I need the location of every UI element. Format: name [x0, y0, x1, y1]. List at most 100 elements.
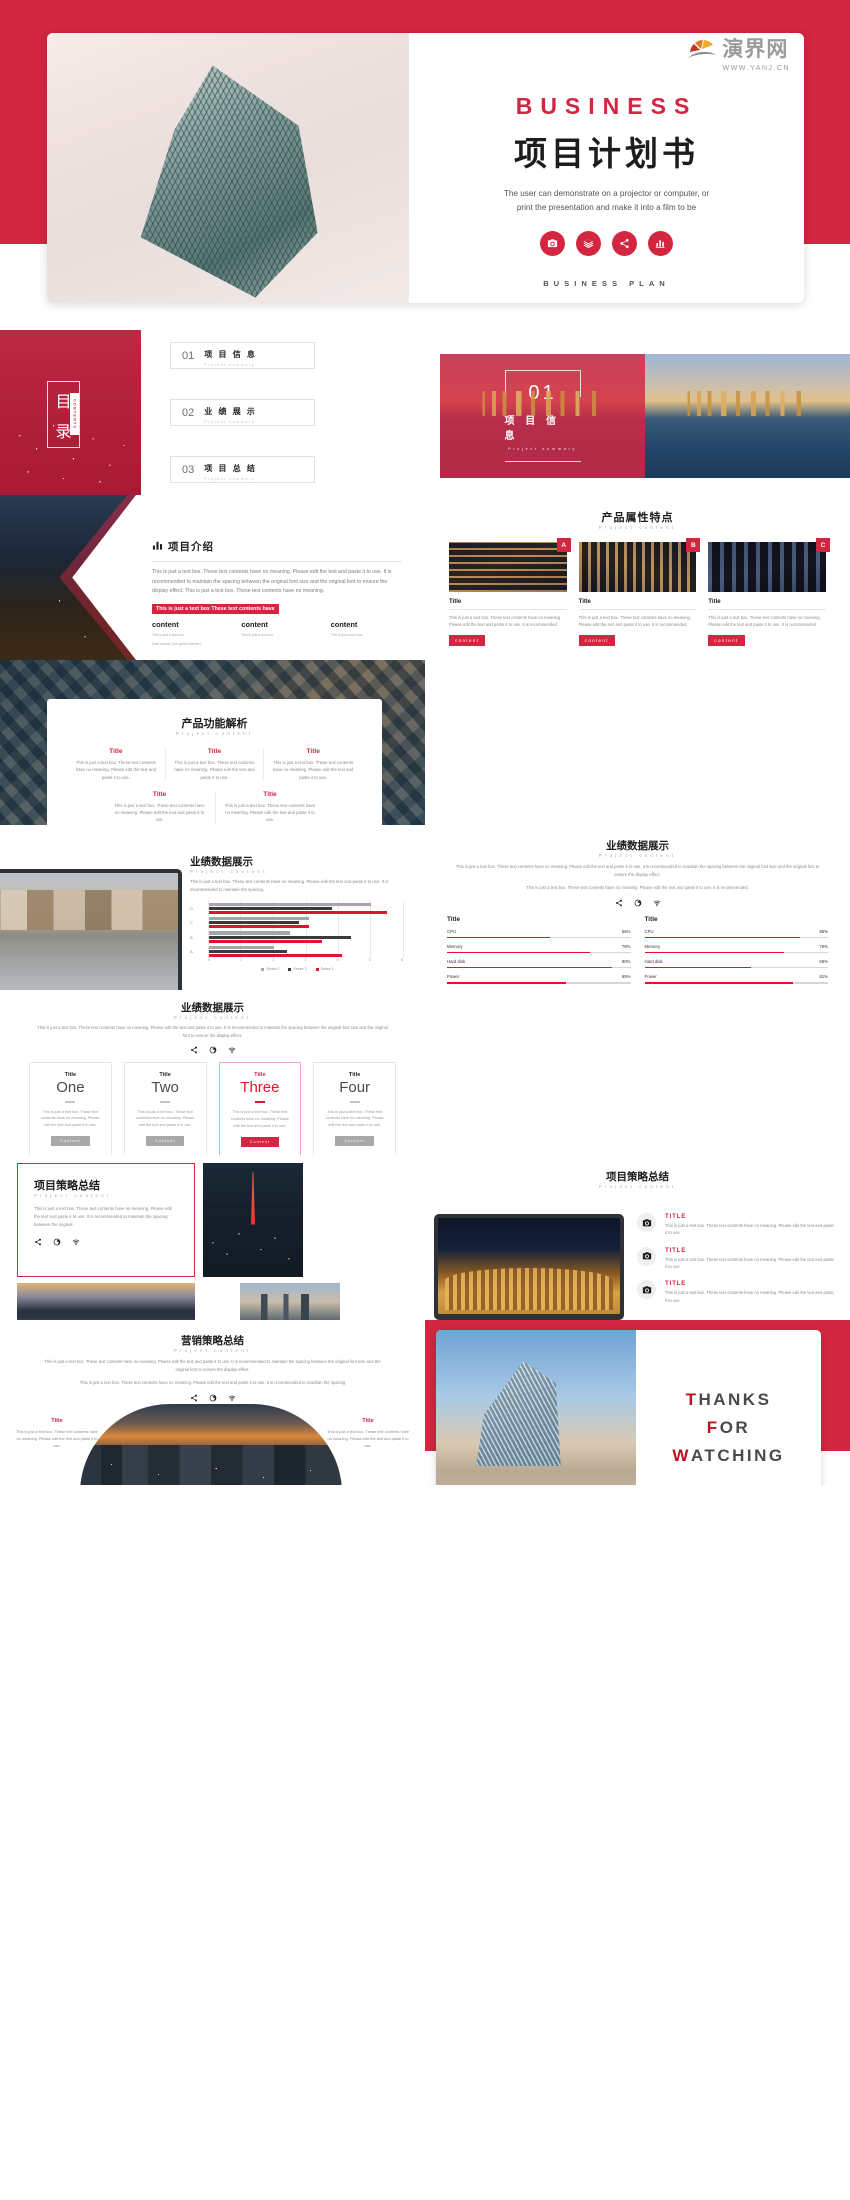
- progress-value: 56%: [621, 928, 631, 934]
- toc-cn-2: 业 绩 展 示: [204, 407, 257, 416]
- progress-label: Power: [447, 973, 460, 979]
- function-body: This is just a text box. These text cont…: [273, 760, 354, 780]
- toc-item-2[interactable]: 02 业 绩 展 示 Project summary: [170, 399, 315, 426]
- intro-col-desc-2: This is just a text box: [241, 632, 273, 637]
- chart-bar-series2: [209, 935, 352, 939]
- wifi-icon[interactable]: [653, 899, 661, 907]
- chart-bar-series2: [209, 921, 300, 925]
- intro-title: 项目介绍: [168, 541, 214, 553]
- number-card[interactable]: Title One This is just a text box. These…: [29, 1062, 112, 1155]
- number-card-button[interactable]: Content: [145, 1136, 185, 1146]
- number-card-button[interactable]: Content: [335, 1136, 374, 1146]
- intro-columns: content This is just a text box content …: [152, 620, 402, 637]
- strategy-detail-subtitle: Project content: [598, 1184, 677, 1189]
- chart-bar-stack: [209, 917, 403, 929]
- strategy-photo-tokyo: [203, 1163, 303, 1277]
- marketing-subtitle: Project content: [173, 1348, 252, 1353]
- share-icon[interactable]: [190, 1394, 198, 1402]
- number-card[interactable]: Title Four This is just a text box. Thes…: [313, 1062, 396, 1155]
- functions-title: 产品功能解析: [181, 718, 248, 730]
- number-card[interactable]: Title Two This is just a text box. These…: [123, 1062, 207, 1155]
- feature-divider: [578, 609, 697, 610]
- laptop-mockup: [434, 1214, 624, 1320]
- number-card-dash: [65, 1101, 76, 1103]
- function-title: Title: [207, 748, 222, 755]
- chart-bar-series1: [209, 925, 310, 929]
- chart-bar-stack: [209, 902, 403, 915]
- share-icon[interactable]: [615, 899, 623, 907]
- progress-fill: [447, 951, 591, 954]
- laptop-screen: [434, 1214, 624, 1320]
- presentation-preview: 演界网 WWW.YANJ.CN BUSINESS 项目计划书 The user …: [0, 0, 850, 1485]
- cover-photo-tower: [47, 33, 409, 303]
- number-card-body: This is just a text box. These text cont…: [325, 1109, 384, 1128]
- toc-item-3[interactable]: 03 项 目 总 结 Project summary: [170, 456, 315, 483]
- globe-icon[interactable]: [53, 1238, 61, 1246]
- globe-icon[interactable]: [634, 899, 642, 907]
- slide-strategy-detail: 项目策略总结 Project content TITLE This is jus…: [425, 1155, 850, 1320]
- feature-button[interactable]: content: [578, 634, 615, 646]
- chart-xtick: 5: [368, 958, 371, 963]
- wifi-icon[interactable]: [228, 1394, 236, 1402]
- chart-bar-series3: [209, 945, 274, 949]
- section-01-frame: 01 项 目 信 息 Project summary: [504, 370, 581, 462]
- globe-icon[interactable]: [209, 1046, 217, 1054]
- metrics-columns: Title CPU 56% Memory 78% Hard disk 90% Powe…: [425, 916, 850, 989]
- slide-section-03: 03 项 目 总 结 Project summary: [425, 990, 850, 1155]
- contents-vertical-label: CONTENTS: [72, 398, 77, 430]
- layers-icon[interactable]: [576, 230, 601, 256]
- chart-xtick: 2: [272, 958, 275, 963]
- progress-value: 85%: [819, 928, 828, 934]
- function-title: Title: [263, 790, 277, 798]
- camera-icon[interactable]: [540, 230, 565, 256]
- toc-item-1[interactable]: 01 项 目 信 息 Project summary: [170, 342, 315, 369]
- chart-legend-label: Series 1: [320, 967, 334, 972]
- bar-chart-icon[interactable]: [648, 230, 673, 256]
- wifi-icon[interactable]: [228, 1046, 236, 1054]
- features-card-list: A Title This is just a text box. These t…: [425, 530, 850, 647]
- wifi-icon[interactable]: [72, 1238, 80, 1246]
- chart-row: C: [190, 916, 403, 930]
- slide-product-features: 产品属性特点 Project content A Title This is j…: [425, 495, 850, 660]
- share-icon[interactable]: [190, 1046, 198, 1054]
- chart-subtitle: Project content: [190, 869, 268, 874]
- chart-text-area: 业绩数据展示 Project content This is just a te…: [190, 854, 405, 975]
- strategy-item-list: TITLE This is just a text box. These tex…: [637, 1213, 835, 1314]
- feature-card[interactable]: A Title This is just a text box. These t…: [449, 538, 571, 647]
- intro-col-head-3: content: [330, 619, 358, 629]
- share-icon[interactable]: [34, 1238, 42, 1246]
- chart-bar-series1: [209, 939, 323, 943]
- function-cell: Title This is just a text box. These tex…: [263, 748, 362, 781]
- slide-section-02: 02 业 绩 展 示 Project summary: [425, 660, 850, 825]
- number-card-button[interactable]: Content: [51, 1136, 90, 1146]
- metrics-social-row: [425, 899, 850, 907]
- feature-card[interactable]: B Title This is just a text box. These t…: [578, 538, 701, 647]
- feature-card[interactable]: C Title This is just a text box. These t…: [708, 538, 831, 647]
- number-card-body: This is just a text box. These text cont…: [41, 1109, 100, 1128]
- intro-title-row: 项目介绍: [152, 539, 402, 554]
- number-card-active[interactable]: Title Three This is just a text box. The…: [218, 1062, 302, 1155]
- progress-value: 81%: [819, 973, 828, 979]
- number-card-button[interactable]: Content: [240, 1136, 280, 1147]
- strategy-text-box: 项目策略总结 Project content This is just a te…: [17, 1163, 195, 1277]
- globe-icon[interactable]: [209, 1394, 217, 1402]
- strategy-subtitle: Project content: [34, 1193, 112, 1198]
- watermark-url: WWW.YANJ.CN: [722, 63, 790, 72]
- laptop-screen: [0, 869, 182, 990]
- progress-row: CPU 56%: [447, 929, 631, 939]
- function-cell: Title This is just a text box. These tex…: [214, 790, 325, 824]
- share-icon[interactable]: [612, 230, 637, 256]
- thanks-photo: [436, 1330, 636, 1485]
- number-card-dash: [349, 1101, 360, 1103]
- toc-en-3: Project summary: [204, 477, 256, 481]
- feature-body: This is just a text box. These text cont…: [449, 615, 562, 628]
- feature-button[interactable]: content: [449, 634, 486, 646]
- feature-button[interactable]: content: [708, 634, 745, 646]
- chart-legend-label: Series 3: [266, 967, 280, 972]
- metrics-left-title: Title: [447, 915, 461, 923]
- chart-bar-stack: [209, 945, 403, 957]
- slide-project-intro: 项目介绍 This is just a text box. These text…: [0, 495, 425, 660]
- feature-divider: [449, 609, 567, 610]
- progress-label: Hard disk: [644, 958, 663, 964]
- metrics-para-2: This is just a text box. These text cont…: [526, 885, 749, 891]
